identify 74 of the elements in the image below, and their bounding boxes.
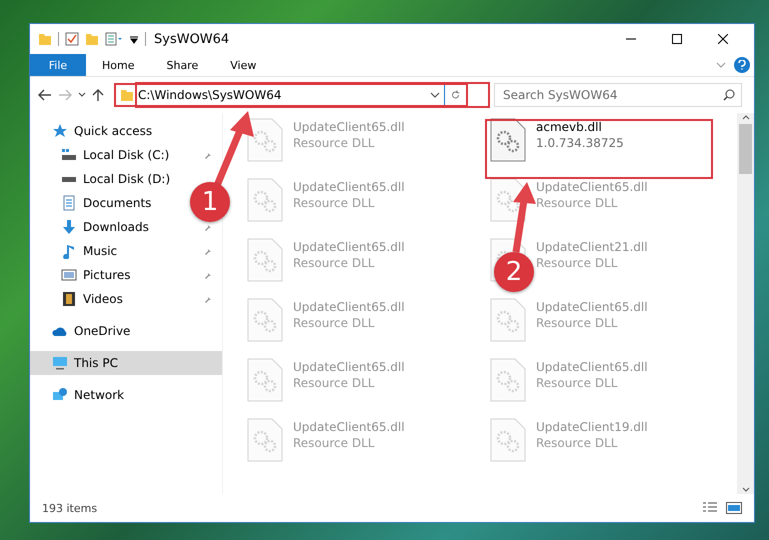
ribbon-tab[interactable]: File [30, 54, 86, 76]
scroll-up-icon[interactable] [742, 115, 750, 120]
gear-file-icon [247, 418, 283, 462]
window-title: SysWOW64 [154, 32, 230, 46]
gear-file-icon [247, 238, 283, 282]
recent-dropdown[interactable] [78, 92, 86, 98]
gear-file-icon [247, 118, 283, 162]
sidebar-item[interactable]: Videos [30, 287, 222, 311]
sidebar-item[interactable]: Local Disk (D:) [30, 167, 180, 191]
sidebar-item[interactable]: OneDrive [30, 319, 140, 343]
address-path: C:\Windows\SysWOW64 [138, 88, 282, 102]
file-detail: Resource DLL [293, 256, 376, 270]
monitor-icon [52, 355, 68, 371]
chevron-down-icon[interactable] [430, 92, 440, 98]
gear-file-icon [247, 178, 283, 222]
dropdown-icon[interactable] [129, 34, 139, 44]
address-bar[interactable]: C:\Windows\SysWOW64 [114, 83, 468, 107]
file-detail: Resource DLL [536, 376, 618, 390]
file-detail: Resource DLL [536, 256, 618, 270]
file-detail: Resource DLL [536, 316, 618, 330]
minimize-icon[interactable] [626, 38, 636, 40]
gear-file-icon [490, 178, 526, 222]
drive-icon [61, 147, 77, 163]
scrollbar-thumb[interactable] [739, 124, 752, 174]
search-icon [723, 89, 735, 101]
file-detail: Resource DLL [293, 136, 376, 150]
details-view-icon[interactable] [702, 502, 718, 514]
maximize-icon[interactable] [672, 34, 682, 44]
ribbon-tab[interactable]: View [214, 54, 272, 76]
music-note-icon [61, 243, 77, 259]
file-detail: Resource DLL [293, 196, 376, 210]
sidebar-item[interactable]: Network [30, 383, 134, 407]
properties-icon[interactable] [105, 32, 123, 46]
drive-icon [61, 176, 77, 182]
scrollbar[interactable] [737, 113, 754, 494]
close-icon[interactable] [718, 34, 728, 44]
gear-file-icon [247, 358, 283, 402]
up-button[interactable] [92, 88, 104, 102]
file-detail: Resource DLL [293, 376, 376, 390]
file-detail: 1.0.734.38725 [536, 136, 624, 150]
sidebar-item[interactable]: Music [30, 239, 222, 263]
refresh-icon[interactable] [451, 89, 460, 101]
file-detail: Resource DLL [293, 436, 376, 450]
sidebar-item[interactable]: Local Disk (C:) [30, 143, 222, 167]
arrow [512, 182, 536, 253]
large-icons-view-icon[interactable] [726, 502, 742, 514]
file-detail: Resource DLL [536, 196, 618, 210]
ribbon-tab[interactable]: Home [86, 54, 150, 76]
search-box[interactable]: Search SysWOW64 [494, 83, 742, 107]
sidebar-item[interactable]: Documents [30, 191, 162, 215]
picture-icon [61, 267, 77, 283]
sidebar-item[interactable]: Quick access [30, 119, 162, 143]
down-arrow-icon [61, 219, 77, 235]
item-count: 193 items [42, 502, 98, 514]
star-icon [52, 123, 68, 139]
file-name[interactable]: acmevb.dll [536, 120, 624, 134]
gear-file-icon [490, 118, 526, 162]
gear-file-icon [490, 298, 526, 342]
scroll-down-icon[interactable] [742, 487, 750, 492]
file-detail: Resource DLL [536, 436, 618, 450]
document-icon [61, 195, 77, 211]
network-icon [52, 387, 68, 403]
sidebar-item[interactable]: Pictures [30, 263, 222, 287]
help-icon[interactable] [734, 57, 750, 73]
back-button[interactable] [38, 89, 52, 101]
sidebar-item[interactable]: This PC [30, 351, 222, 375]
gear-file-icon [490, 418, 526, 462]
gear-file-icon [247, 298, 283, 342]
ribbon-tab[interactable]: Share [150, 54, 214, 76]
film-icon [61, 291, 77, 307]
folder-icon [120, 88, 134, 102]
file-detail: Resource DLL [293, 316, 376, 330]
gear-file-icon [490, 358, 526, 402]
checklist-icon[interactable] [65, 32, 79, 46]
